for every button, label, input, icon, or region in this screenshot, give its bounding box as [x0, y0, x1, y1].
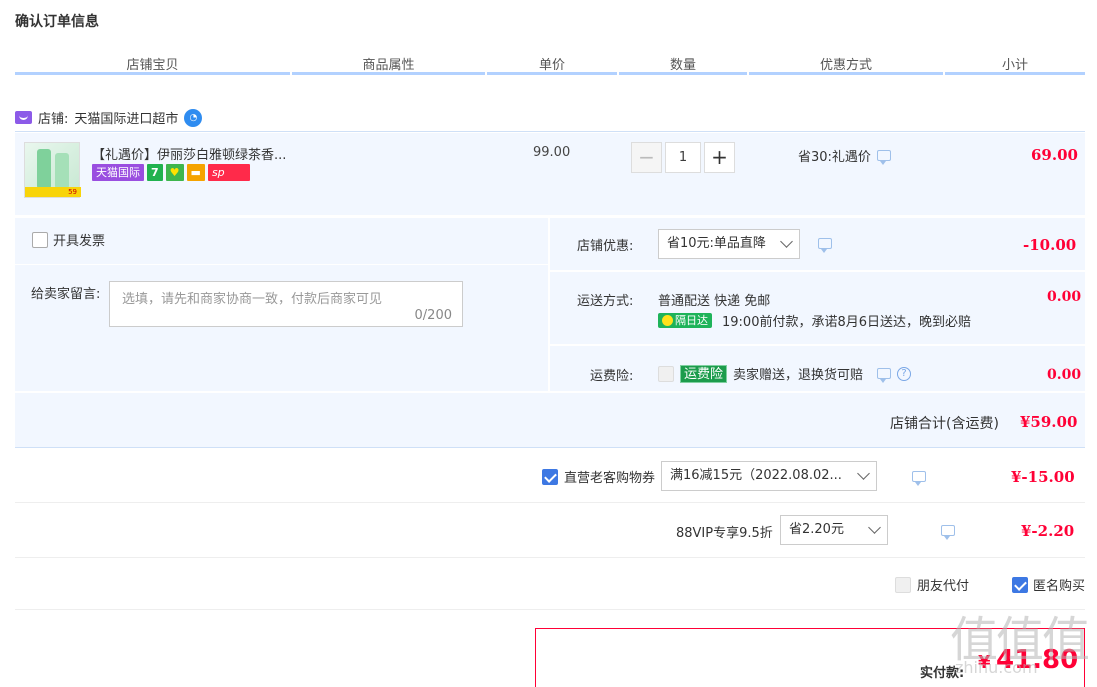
coupon-info-icon[interactable]: [912, 471, 927, 486]
vip-label: 88VIP专享9.5折: [676, 526, 773, 541]
coupon-value: 满16减15元（2022.08.02...: [670, 468, 842, 483]
column-underline: [15, 72, 290, 75]
column-header-attributes: 商品属性: [362, 58, 415, 73]
column-header-quantity: 数量: [669, 58, 696, 73]
divider: [15, 502, 1085, 503]
shop-row: 店铺: 天猫国际进口超市 ◔: [15, 108, 203, 127]
seven-day-return-icon[interactable]: 7: [147, 164, 163, 181]
lightning-icon: [662, 315, 673, 326]
freight-insurance-badge: 运费险: [680, 364, 728, 383]
coupon-label: 直营老客购物券: [564, 471, 656, 486]
product-badges: 天猫国际 7 ♥ ▬ sp: [92, 164, 250, 181]
shop-name-link[interactable]: 天猫国际进口超市: [74, 108, 178, 127]
vip-info-icon[interactable]: [941, 525, 956, 540]
shop-total-label: 店铺合计(含运费): [890, 416, 999, 432]
coupon-amount: ¥-15.00: [1011, 468, 1075, 486]
divider: [15, 264, 548, 265]
decrease-button[interactable]: −: [631, 142, 662, 173]
shop-discount-value: 省10元:单品直降: [667, 236, 766, 251]
insurance-chat-icon[interactable]: [877, 368, 892, 383]
product-thumbnail[interactable]: 59: [24, 142, 81, 198]
invoice-option[interactable]: 开具发票: [32, 230, 105, 249]
friend-pay-checkbox[interactable]: [895, 576, 911, 593]
shop-label: 店铺:: [38, 112, 69, 127]
increase-button[interactable]: +: [704, 142, 735, 173]
thumbnail-price-tag: 59: [25, 187, 81, 197]
seller-message-field[interactable]: 选填，请先和商家协商一致，付款后商家可见 0/200: [109, 281, 463, 327]
insurance-text: 卖家赠送，退换货可赔: [733, 368, 864, 383]
column-underline: [749, 72, 943, 75]
unit-price: 99.00: [533, 145, 571, 160]
wangwang-chat-icon[interactable]: ◔: [184, 108, 203, 127]
invoice-checkbox[interactable]: [32, 231, 48, 248]
shipping-label: 运送方式:: [577, 294, 634, 309]
promotion-text: 省30:礼遇价: [798, 150, 871, 165]
message-label: 给卖家留言:: [31, 287, 101, 302]
tmall-cat-icon: [15, 111, 32, 124]
shipping-method: 普通配送 快递 免邮: [658, 294, 771, 309]
column-underline: [292, 72, 485, 75]
chevron-down-icon: [868, 521, 881, 534]
message-counter: 0/200: [414, 308, 452, 323]
column-header-subtotal: 小计: [1001, 58, 1028, 73]
anonymous-option[interactable]: 匿名购买: [1012, 575, 1085, 594]
chevron-down-icon: [780, 235, 793, 248]
watermark-site: zhihu.com: [955, 658, 1038, 677]
shop-discount-select[interactable]: 省10元:单品直降: [658, 229, 800, 259]
quantity-input[interactable]: 1: [665, 142, 701, 173]
shop-discount-label: 店铺优惠:: [577, 239, 634, 254]
column-header-shop-item: 店铺宝贝: [126, 58, 179, 73]
coupon-option[interactable]: 直营老客购物券: [542, 467, 655, 486]
shop-total-amount: ¥59.00: [1020, 413, 1078, 431]
coupon-checkbox[interactable]: [542, 468, 558, 485]
column-underline: [945, 72, 1085, 75]
chevron-down-icon: [857, 467, 870, 480]
divider: [15, 557, 1085, 558]
product-title-link[interactable]: 【礼遇价】伊丽莎白雅顿绿茶香...: [92, 144, 286, 163]
vip-discount-select[interactable]: 省2.20元: [780, 515, 888, 545]
friend-pay-option[interactable]: 朋友代付: [895, 575, 969, 594]
column-header-unit-price: 单价: [538, 58, 565, 73]
message-placeholder: 选填，请先和商家协商一致，付款后商家可见: [122, 292, 383, 307]
insurance-label: 运费险:: [590, 369, 634, 384]
delivery-promise: 隔日达 19:00前付款，承诺8月6日送达，晚到必赔: [658, 311, 971, 330]
vip-amount: ¥-2.20: [1021, 522, 1075, 540]
promotion-info-icon[interactable]: [876, 150, 891, 165]
divider: [15, 609, 1085, 610]
column-underline: [619, 72, 747, 75]
installment-icon[interactable]: sp: [207, 164, 250, 181]
insurance-checkbox: [658, 365, 674, 382]
promotion: 省30:礼遇价: [798, 146, 891, 165]
insurance-amount: 0.00: [1047, 367, 1082, 383]
card-payment-icon[interactable]: ▬: [186, 164, 205, 181]
shop-discount-amount: -10.00: [1023, 236, 1077, 254]
product-bottle-graphic: [55, 153, 69, 189]
tmall-global-badge[interactable]: 天猫国际: [92, 164, 144, 181]
vip-discount-value: 省2.20元: [789, 522, 844, 537]
item-subtotal: 69.00: [1031, 146, 1078, 164]
page-title: 确认订单信息: [15, 14, 99, 30]
heart-guarantee-icon[interactable]: ♥: [165, 164, 184, 181]
column-underline: [487, 72, 617, 75]
divider: [15, 131, 1085, 132]
next-day-badge-text: 隔日达: [675, 314, 708, 327]
coupon-select[interactable]: 满16减15元（2022.08.02...: [661, 461, 877, 491]
quantity-stepper[interactable]: − 1 +: [631, 142, 735, 173]
insurance-option: 运费险 卖家赠送，退换货可赔 ?: [658, 364, 912, 383]
discount-info-icon[interactable]: [818, 238, 832, 253]
column-header-promotion: 优惠方式: [819, 58, 872, 73]
product-bottle-graphic: [37, 149, 51, 189]
next-day-badge: 隔日达: [658, 313, 712, 328]
shipping-amount: 0.00: [1047, 289, 1082, 305]
delivery-note: 19:00前付款，承诺8月6日送达，晚到必赔: [722, 315, 972, 330]
anonymous-label: 匿名购买: [1033, 579, 1086, 594]
help-icon[interactable]: ?: [897, 366, 912, 381]
friend-pay-label: 朋友代付: [917, 579, 970, 594]
invoice-label: 开具发票: [53, 234, 106, 249]
anonymous-checkbox[interactable]: [1012, 576, 1028, 593]
